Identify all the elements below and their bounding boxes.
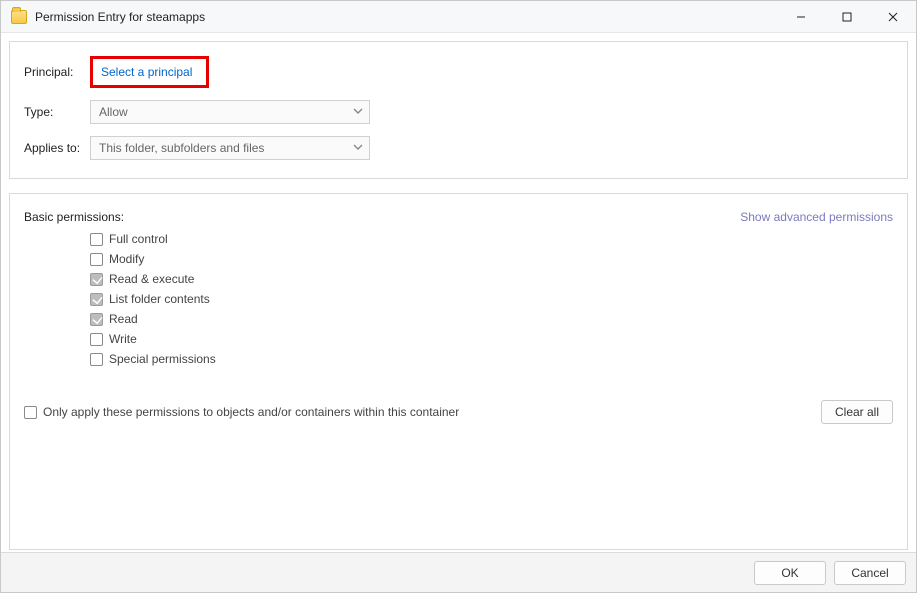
permissions-list: Full control Modify Read & execute List … [90, 232, 893, 366]
dialog-footer: OK Cancel [1, 552, 916, 592]
checkbox-icon [24, 406, 37, 419]
clear-all-button[interactable]: Clear all [821, 400, 893, 424]
checkbox-checked-icon [90, 313, 103, 326]
only-apply-checkbox[interactable]: Only apply these permissions to objects … [24, 405, 459, 419]
perm-special[interactable]: Special permissions [90, 352, 893, 366]
checkbox-checked-icon [90, 273, 103, 286]
perm-list-folder[interactable]: List folder contents [90, 292, 893, 306]
window-controls [778, 1, 916, 32]
applies-to-value: This folder, subfolders and files [99, 141, 264, 155]
principal-highlight: Select a principal [90, 56, 209, 88]
basic-permissions-title: Basic permissions: [24, 210, 124, 224]
maximize-button[interactable] [824, 1, 870, 32]
principal-label: Principal: [24, 65, 90, 79]
folder-icon [11, 10, 27, 24]
type-label: Type: [24, 105, 90, 119]
window-title: Permission Entry for steamapps [35, 10, 778, 24]
principal-panel: Principal: Select a principal Type: Allo… [9, 41, 908, 179]
content-area: Principal: Select a principal Type: Allo… [1, 33, 916, 552]
type-value: Allow [99, 105, 128, 119]
ok-button[interactable]: OK [754, 561, 826, 585]
perm-read-execute[interactable]: Read & execute [90, 272, 893, 286]
checkbox-icon [90, 233, 103, 246]
checkbox-icon [90, 253, 103, 266]
perm-full-control[interactable]: Full control [90, 232, 893, 246]
checkbox-icon [90, 353, 103, 366]
checkbox-icon [90, 333, 103, 346]
chevron-down-icon [353, 105, 363, 119]
select-principal-link[interactable]: Select a principal [101, 65, 192, 79]
perm-read[interactable]: Read [90, 312, 893, 326]
show-advanced-permissions-link[interactable]: Show advanced permissions [740, 210, 893, 224]
perm-write[interactable]: Write [90, 332, 893, 346]
applies-to-select[interactable]: This folder, subfolders and files [90, 136, 370, 160]
perm-modify[interactable]: Modify [90, 252, 893, 266]
close-button[interactable] [870, 1, 916, 32]
cancel-button[interactable]: Cancel [834, 561, 906, 585]
checkbox-checked-icon [90, 293, 103, 306]
permissions-panel: Basic permissions: Show advanced permiss… [9, 193, 908, 550]
type-select[interactable]: Allow [90, 100, 370, 124]
minimize-button[interactable] [778, 1, 824, 32]
chevron-down-icon [353, 141, 363, 155]
permission-entry-window: Permission Entry for steamapps Principal… [0, 0, 917, 593]
titlebar: Permission Entry for steamapps [1, 1, 916, 33]
applies-to-label: Applies to: [24, 141, 90, 155]
